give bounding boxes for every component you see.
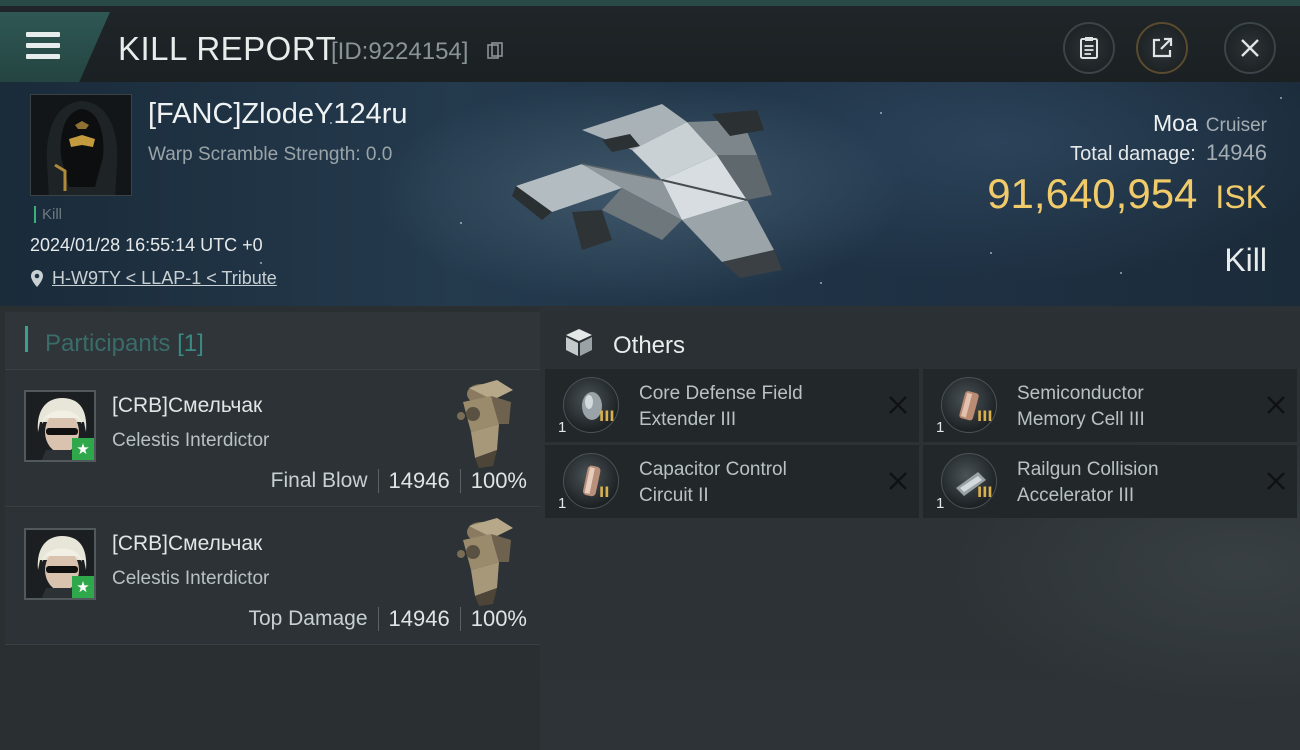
- warp-scramble-strength: Warp Scramble Strength: 0.0: [148, 144, 393, 165]
- star-badge-icon: ★: [72, 576, 94, 598]
- ship-type-line: Moa Cruiser: [1153, 110, 1267, 137]
- participant-ship: Celestis Interdictor: [112, 430, 270, 451]
- clipboard-icon: [1080, 37, 1098, 59]
- total-damage-line: Total damage: 14946: [1070, 140, 1267, 166]
- shield-extender-icon: [582, 392, 602, 420]
- stat-divider: [459, 469, 461, 493]
- dropped-item[interactable]: II 1 Capacitor Control Circuit II: [545, 445, 919, 518]
- clipboard-button[interactable]: [1063, 22, 1115, 74]
- kill-tag: Kill: [34, 206, 62, 223]
- isk-value-line: 91,640,954 ISK: [987, 170, 1267, 218]
- kill-location[interactable]: H-W9TY < LLAP-1 < Tribute: [30, 268, 277, 289]
- page-title: KILL REPORT: [118, 30, 337, 67]
- item-tier-badge: III: [599, 409, 615, 425]
- stat-divider: [377, 607, 379, 631]
- copy-id-icon[interactable]: [487, 42, 503, 60]
- item-quantity: 1: [936, 419, 945, 436]
- location-link[interactable]: H-W9TY < LLAP-1 < Tribute: [52, 268, 277, 289]
- destroyed-x-icon: [1267, 472, 1285, 490]
- participants-title: Participants [1]: [45, 330, 204, 357]
- celestis-ship-render: [457, 518, 513, 606]
- celestis-ship-render: [457, 380, 513, 468]
- participant-stats: Final Blow 14946 100%: [271, 468, 527, 494]
- dropped-item[interactable]: III 1 Semiconductor Memory Cell III: [923, 369, 1297, 442]
- memory-cell-icon: [959, 391, 979, 421]
- participant-percent: 100%: [470, 606, 527, 631]
- share-button[interactable]: [1136, 22, 1188, 74]
- top-bar: KILL REPORT [ID:9224154]: [0, 0, 1300, 82]
- item-quantity: 1: [558, 419, 567, 436]
- participants-panel: Participants [1] ★ [CRB]Смельчак Celesti…: [0, 306, 540, 750]
- stat-divider: [459, 607, 461, 631]
- stat-divider: [377, 469, 379, 493]
- kill-result: Kill: [1224, 242, 1267, 278]
- cube-icon: [566, 329, 592, 356]
- item-quantity: 1: [558, 495, 567, 512]
- participant-role: Top Damage: [248, 607, 368, 630]
- item-quantity: 1: [936, 495, 945, 512]
- participant-percent: 100%: [470, 468, 527, 493]
- ship-class: Cruiser: [1205, 115, 1267, 136]
- ship-name[interactable]: Moa: [1153, 110, 1198, 136]
- railgun-accelerator-icon: [956, 472, 986, 496]
- participant-stats: Top Damage 14946 100%: [248, 606, 527, 632]
- participant-role: Final Blow: [270, 469, 368, 492]
- total-damage-label: Total damage:: [1070, 143, 1196, 165]
- participant-row[interactable]: ★ [CRB]Смельчак Celestis Interdictor Top…: [5, 508, 540, 645]
- dropped-item[interactable]: III 1 Railgun Collision Accelerator III: [923, 445, 1297, 518]
- item-name: Semiconductor Memory Cell III: [1017, 383, 1145, 430]
- others-header[interactable]: Others: [545, 312, 1300, 368]
- kill-datetime: 2024/01/28 16:55:14 UTC +0: [30, 235, 263, 255]
- dropped-item[interactable]: III 1 Core Defense Field Extender III: [545, 369, 919, 442]
- destroyed-x-icon: [889, 472, 907, 490]
- destroyed-x-icon: [1267, 396, 1285, 414]
- item-name: Capacitor Control Circuit II: [639, 459, 787, 506]
- others-title: Others: [613, 332, 686, 359]
- participant-row[interactable]: ★ [CRB]Смельчак Celestis Interdictor Fin…: [5, 370, 540, 507]
- others-panel: Others III 1 Core Defense Field Extender …: [540, 306, 1300, 750]
- close-icon: [1241, 39, 1259, 57]
- item-name: Railgun Collision Accelerator III: [1017, 459, 1159, 506]
- star-badge-icon: ★: [72, 438, 94, 460]
- hooded-pilot-avatar: [31, 95, 131, 195]
- hamburger-menu-icon: [26, 32, 60, 65]
- destroyed-x-icon: [889, 396, 907, 414]
- item-tier-badge: II: [599, 485, 610, 501]
- isk-unit: ISK: [1215, 179, 1267, 215]
- victim-hero-panel: [FANC]ZlodeY124ru Warp Scramble Strength…: [0, 82, 1300, 306]
- total-damage-value: 14946: [1205, 140, 1267, 165]
- moa-ship-render: [512, 104, 782, 278]
- participant-name[interactable]: [CRB]Смельчак: [112, 532, 262, 556]
- item-tier-badge: III: [977, 485, 993, 501]
- location-pin-icon: [31, 270, 43, 287]
- participant-name[interactable]: [CRB]Смельчак: [112, 394, 262, 418]
- report-id: [ID:9224154]: [331, 38, 469, 65]
- close-button[interactable]: [1224, 22, 1276, 74]
- participants-header[interactable]: Participants [1]: [5, 312, 540, 370]
- victim-name[interactable]: [FANC]ZlodeY124ru: [148, 98, 408, 131]
- item-name: Core Defense Field Extender III: [639, 383, 803, 430]
- isk-amount: 91,640,954: [987, 170, 1198, 217]
- menu-button[interactable]: [0, 12, 110, 82]
- participant-damage: 14946: [388, 468, 450, 493]
- victim-portrait[interactable]: [30, 94, 132, 196]
- section-accent-bar: [25, 326, 28, 352]
- item-icon: [563, 453, 619, 509]
- share-icon: [1152, 37, 1173, 58]
- participant-ship: Celestis Interdictor: [112, 568, 270, 589]
- participants-count: [1]: [177, 330, 204, 357]
- participant-damage: 14946: [388, 606, 450, 631]
- capacitor-circuit-icon: [582, 465, 601, 497]
- item-tier-badge: III: [977, 409, 993, 425]
